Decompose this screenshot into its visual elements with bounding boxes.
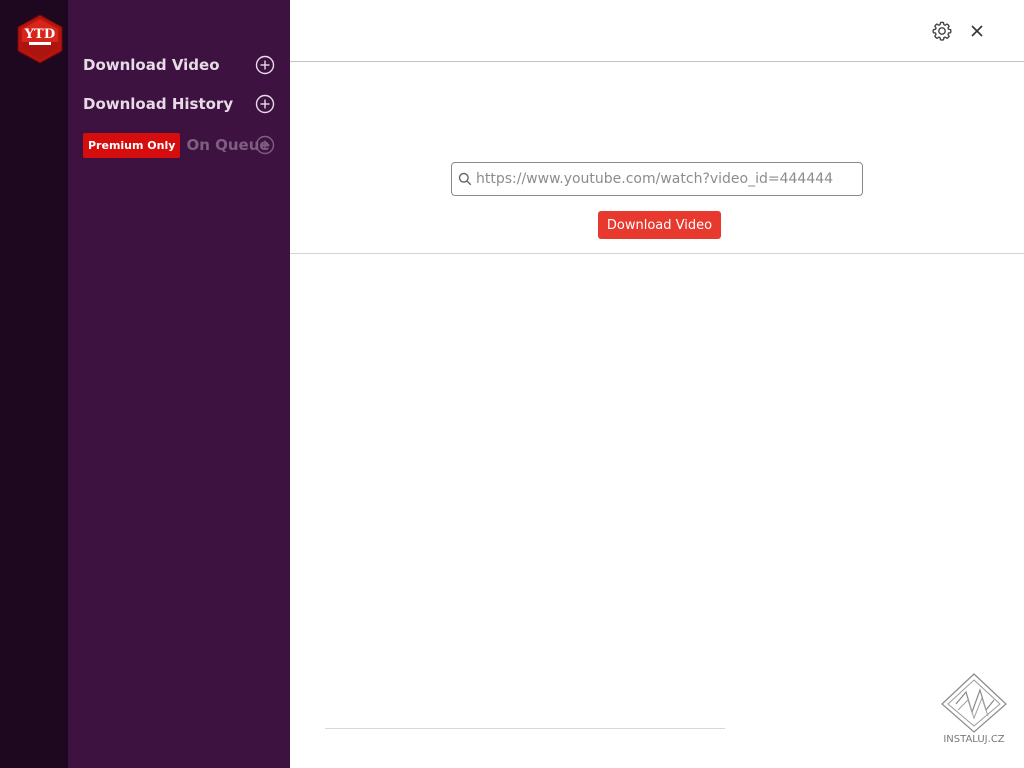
instaluj-watermark: INSTALUJ.CZ [938, 672, 1010, 748]
url-search-box [451, 162, 863, 196]
sidebar-item-download-video[interactable]: Download Video [83, 51, 275, 79]
watermark-text: INSTALUJ.CZ [943, 734, 1005, 745]
ytd-logo: YTD [17, 14, 63, 64]
sidebar-item-label: Download History [83, 95, 234, 113]
premium-only-badge: Premium Only [83, 132, 181, 158]
gear-icon[interactable] [931, 20, 953, 42]
divider [325, 728, 725, 729]
sidebar-item-label: Download Video [83, 56, 220, 74]
main-panel: Download Video [290, 0, 1024, 768]
icon-rail: YTD [0, 0, 68, 768]
url-input[interactable] [476, 163, 856, 195]
top-bar [290, 0, 1024, 62]
divider [290, 253, 1024, 254]
close-icon[interactable] [969, 23, 985, 39]
watermark-logo-icon [941, 673, 1007, 733]
sidebar-item-download-history[interactable]: Download History [83, 90, 275, 118]
plus-circle-icon[interactable] [255, 94, 275, 114]
sidebar-item-on-queue[interactable]: Premium Only On Queue [83, 131, 275, 159]
search-icon [458, 172, 472, 186]
plus-circle-icon[interactable] [255, 55, 275, 75]
logo-underline [29, 42, 51, 45]
logo-text: YTD [24, 27, 56, 42]
sidebar: Download Video Download History Premium … [68, 0, 290, 768]
plus-circle-icon [255, 135, 275, 155]
download-video-button[interactable]: Download Video [598, 211, 721, 239]
